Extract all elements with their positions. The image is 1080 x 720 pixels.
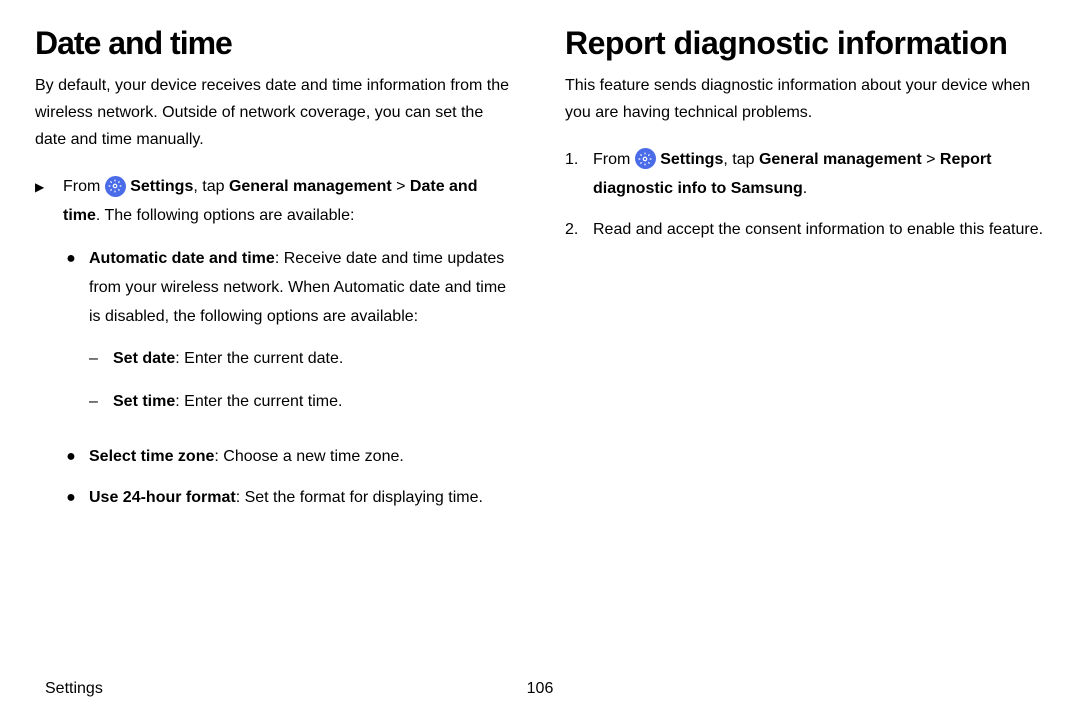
settime-label: Set time (113, 393, 175, 410)
left-column: Date and time By default, your device re… (35, 25, 515, 537)
footer-page: 106 (527, 680, 554, 698)
step-num: 2. (565, 216, 583, 245)
text-settings: Settings (660, 151, 723, 168)
fmt24-desc: : Set the format for displaying time. (236, 489, 483, 506)
bullet-icon: ● (63, 484, 79, 513)
text-settings: Settings (130, 178, 193, 195)
step-list-left: ▶ From Settings, tap General management … (35, 173, 515, 524)
text-tap: , tap (193, 178, 229, 195)
heading-date-time: Date and time (35, 25, 515, 62)
setdate-label: Set date (113, 350, 175, 367)
sub-item-auto: ● Automatic date and time: Receive date … (63, 245, 515, 431)
dash-icon: – (89, 345, 103, 374)
sub-list: ● Automatic date and time: Receive date … (63, 245, 515, 513)
intro-report: This feature sends diagnostic informatio… (565, 72, 1045, 126)
step-2: 2. Read and accept the consent informati… (565, 216, 1045, 245)
chevron: > (392, 178, 410, 195)
text-from: From (593, 151, 635, 168)
text-from: From (63, 178, 105, 195)
text-tap: , tap (723, 151, 759, 168)
step-content: From Settings, tap General management > … (63, 173, 515, 524)
settings-gear-icon (635, 148, 656, 169)
sub-sub-content: Set date: Enter the current date. (113, 345, 343, 374)
text-tail: . The following options are available: (96, 207, 355, 224)
right-column: Report diagnostic information This featu… (565, 25, 1045, 537)
footer: Settings 106 (45, 680, 1035, 698)
step-arrow: ▶ From Settings, tap General management … (35, 173, 515, 524)
step-content: From Settings, tap General management > … (593, 146, 1045, 204)
dash-icon: – (89, 388, 103, 417)
settings-gear-icon (105, 176, 126, 197)
sub-sub-list: – Set date: Enter the current date. – Se… (89, 345, 515, 417)
step-list-right: 1. From Settings, tap General management… (565, 146, 1045, 244)
intro-date-time: By default, your device receives date an… (35, 72, 515, 154)
step-num: 1. (565, 146, 583, 204)
sub-sub-setdate: – Set date: Enter the current date. (89, 345, 515, 374)
tz-desc: : Choose a new time zone. (214, 448, 403, 465)
fmt24-label: Use 24-hour format (89, 489, 236, 506)
heading-report: Report diagnostic information (565, 25, 1045, 62)
text-gm: General management (229, 178, 392, 195)
sub-item-tz: ● Select time zone: Choose a new time zo… (63, 443, 515, 472)
step-1: 1. From Settings, tap General management… (565, 146, 1045, 204)
step2-text: Read and accept the consent information … (593, 216, 1045, 245)
sub-content: Automatic date and time: Receive date an… (89, 245, 515, 431)
sub-sub-settime: – Set time: Enter the current time. (89, 388, 515, 417)
text-tail: . (803, 180, 807, 197)
auto-label: Automatic date and time (89, 250, 275, 267)
bullet-icon: ● (63, 443, 79, 472)
chevron: > (922, 151, 940, 168)
sub-item-24h: ● Use 24-hour format: Set the format for… (63, 484, 515, 513)
tz-label: Select time zone (89, 448, 214, 465)
bullet-icon: ● (63, 245, 79, 431)
sub-content: Select time zone: Choose a new time zone… (89, 443, 404, 472)
sub-content: Use 24-hour format: Set the format for d… (89, 484, 483, 513)
text-gm: General management (759, 151, 922, 168)
setdate-desc: : Enter the current date. (175, 350, 343, 367)
sub-sub-content: Set time: Enter the current time. (113, 388, 342, 417)
arrow-icon: ▶ (35, 173, 53, 524)
settime-desc: : Enter the current time. (175, 393, 342, 410)
